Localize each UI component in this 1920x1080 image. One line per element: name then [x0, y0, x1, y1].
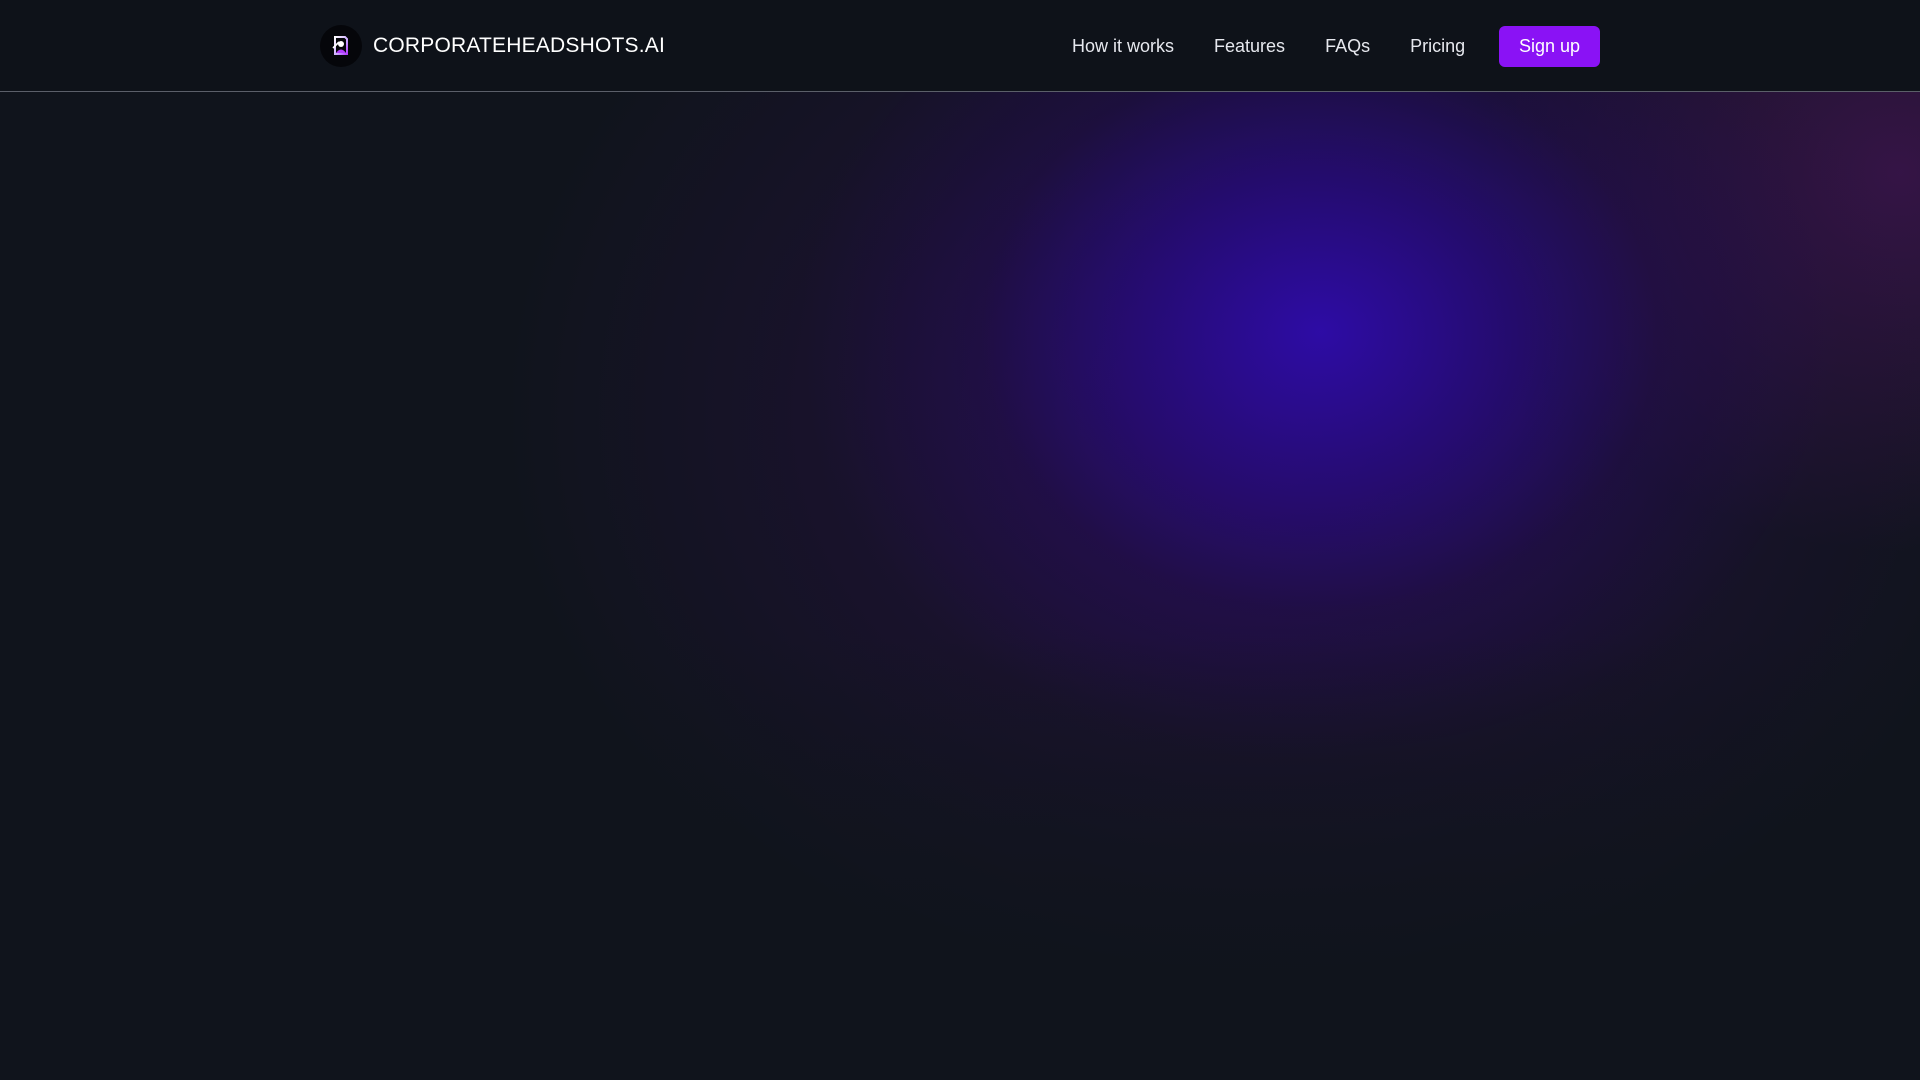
brand-link[interactable]: CORPORATEHEADSHOTS.AI [320, 25, 665, 67]
nav-link-features[interactable]: Features [1214, 36, 1285, 57]
nav-link-how-it-works[interactable]: How it works [1072, 36, 1174, 57]
brand-name: CORPORATEHEADSHOTS.AI [373, 34, 666, 57]
hero-background-fade [0, 92, 1920, 1080]
nav-link-pricing[interactable]: Pricing [1410, 36, 1465, 57]
nav-links: How it works Features FAQs Pricing [1072, 26, 1505, 66]
signup-button[interactable]: Sign up [1499, 26, 1600, 67]
page: CORPORATEHEADSHOTS.AI How it works Featu… [0, 0, 1920, 1080]
headshot-logo-icon [320, 25, 362, 67]
nav-link-faqs[interactable]: FAQs [1325, 36, 1370, 57]
top-navbar: CORPORATEHEADSHOTS.AI How it works Featu… [0, 0, 1920, 92]
